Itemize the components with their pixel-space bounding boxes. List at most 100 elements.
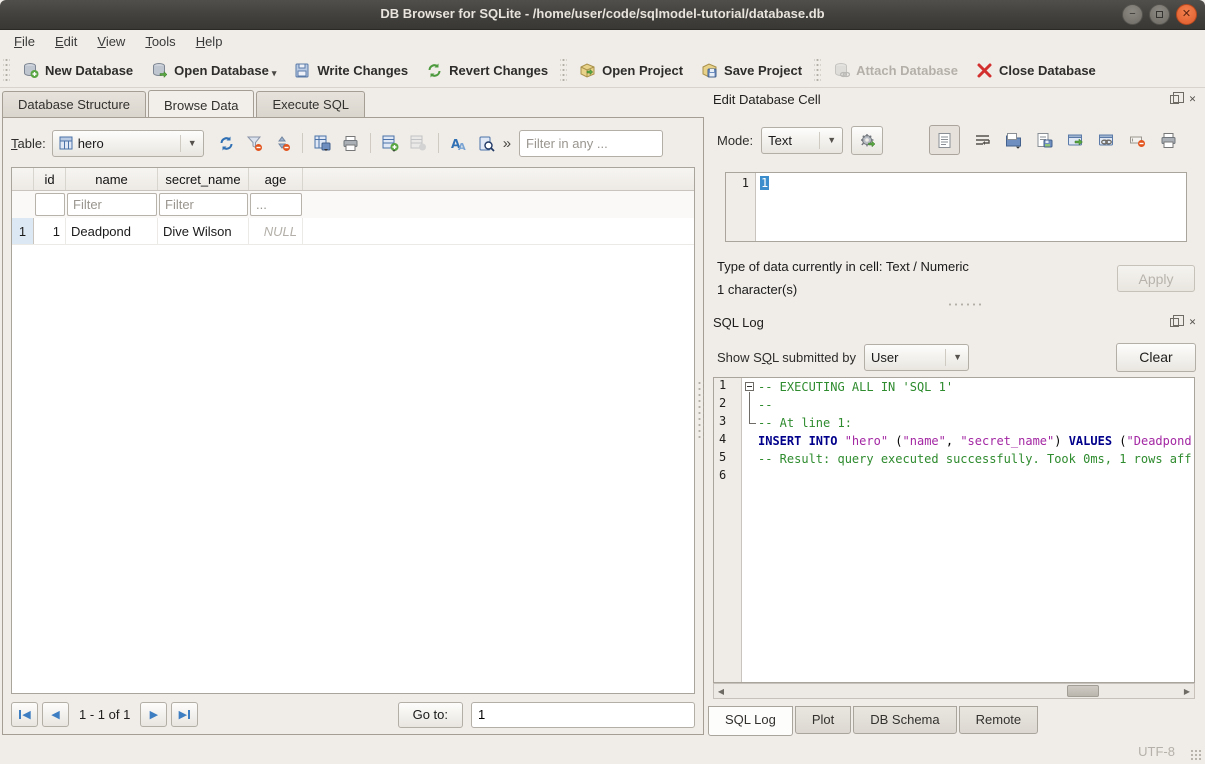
print-icon[interactable] <box>1160 132 1177 149</box>
sql-log-hscrollbar[interactable]: ◀ ▶ <box>713 683 1195 699</box>
float-dock-icon[interactable] <box>1168 93 1181 106</box>
last-record-button[interactable]: ▶ <box>171 702 198 727</box>
mode-select[interactable]: Text ▼ <box>761 127 843 154</box>
open-project-button[interactable]: Open Project <box>570 58 692 83</box>
tab-sql-log[interactable]: SQL Log <box>708 706 793 736</box>
goto-button[interactable]: Go to: <box>398 702 463 728</box>
filter-any-input[interactable] <box>519 130 663 157</box>
fold-marker-icon <box>742 414 758 432</box>
sql-log-view[interactable]: 1-- EXECUTING ALL IN 'SQL 1'2--3-- At li… <box>713 377 1195 683</box>
tab-database-structure[interactable]: Database Structure <box>2 91 146 118</box>
filter-input-name[interactable] <box>67 193 157 216</box>
open-database-dropdown-icon[interactable]: ▾ <box>272 68 277 79</box>
filter-input-secret-name[interactable] <box>159 193 248 216</box>
scroll-right-icon[interactable]: ▶ <box>1180 687 1194 696</box>
float-dock-icon[interactable] <box>1168 316 1181 329</box>
sql-log-line: 2-- <box>714 396 1194 414</box>
column-header-name[interactable]: name <box>66 168 158 190</box>
table-select[interactable]: hero ▼ <box>52 130 204 157</box>
cell-editor-content[interactable]: 1 <box>756 173 1186 241</box>
menu-tools[interactable]: Tools <box>135 32 185 51</box>
previous-record-button[interactable]: ◀ <box>42 702 69 727</box>
overflow-chevron-icon[interactable]: » <box>503 135 511 152</box>
scrollbar-thumb[interactable] <box>1067 685 1099 697</box>
tab-execute-sql[interactable]: Execute SQL <box>256 91 365 118</box>
encoding-indicator[interactable]: UTF-8 <box>1138 744 1175 759</box>
revert-changes-button[interactable]: Revert Changes <box>417 58 557 83</box>
close-icon[interactable]: ✕ <box>1176 4 1197 25</box>
set-null-icon[interactable] <box>1129 132 1146 149</box>
column-header-age[interactable]: age <box>249 168 303 190</box>
print-icon[interactable] <box>342 135 359 152</box>
resize-grip-icon[interactable] <box>1190 749 1202 761</box>
clear-log-button[interactable]: Clear <box>1116 343 1196 372</box>
log-line-code: -- At line 1: <box>758 414 1194 432</box>
open-database-button[interactable]: Open Database ▾ <box>142 58 285 83</box>
table-icon <box>59 136 73 150</box>
cell-id[interactable]: 1 <box>34 218 66 244</box>
row-header[interactable]: 1 <box>12 218 34 244</box>
apply-button[interactable]: Apply <box>1117 265 1195 292</box>
minimize-icon[interactable]: − <box>1122 4 1143 25</box>
window-title: DB Browser for SQLite - /home/user/code/… <box>0 6 1205 21</box>
menu-view[interactable]: View <box>87 32 135 51</box>
menu-edit[interactable]: Edit <box>45 32 87 51</box>
menu-file[interactable]: File <box>4 32 45 51</box>
close-dock-icon[interactable]: ✕ <box>1186 316 1199 329</box>
cell-name[interactable]: Deadpond <box>66 218 158 244</box>
toolbar-handle[interactable] <box>560 59 567 81</box>
filter-input-age[interactable] <box>250 193 302 216</box>
toolbar-handle[interactable] <box>814 59 821 81</box>
cell-editor-selection: 1 <box>760 176 769 190</box>
edit-cell-dock-buttons: ✕ <box>1168 93 1199 106</box>
clear-filters-icon[interactable] <box>246 135 263 152</box>
auto-mode-button[interactable] <box>851 126 883 155</box>
column-header-secret-name[interactable]: secret_name <box>158 168 249 190</box>
export-file-icon[interactable] <box>1036 132 1053 149</box>
save-table-icon[interactable] <box>314 135 331 152</box>
panel-splitter[interactable] <box>697 380 704 440</box>
cell-type-info: Type of data currently in cell: Text / N… <box>717 259 969 274</box>
scroll-left-icon[interactable]: ◀ <box>714 687 728 696</box>
fold-marker-icon[interactable] <box>742 378 758 396</box>
text-view-button[interactable] <box>929 125 960 155</box>
find-icon[interactable] <box>478 135 495 152</box>
next-record-button[interactable]: ▶ <box>140 702 167 727</box>
tab-db-schema[interactable]: DB Schema <box>853 706 956 734</box>
filter-input-id[interactable] <box>35 193 65 216</box>
menu-help[interactable]: Help <box>186 32 233 51</box>
tab-plot[interactable]: Plot <box>795 706 851 734</box>
tab-remote[interactable]: Remote <box>959 706 1039 734</box>
write-changes-button[interactable]: Write Changes <box>285 58 417 83</box>
cell-editor[interactable]: 1 1 <box>725 172 1187 242</box>
toolbar-handle[interactable] <box>3 59 10 81</box>
import-file-icon[interactable] <box>1005 132 1022 149</box>
copy-url-icon[interactable] <box>1098 132 1115 149</box>
column-header-id[interactable]: id <box>34 168 66 190</box>
maximize-icon[interactable] <box>1149 4 1170 25</box>
new-database-button[interactable]: New Database <box>13 58 142 83</box>
grid-corner-header[interactable] <box>12 168 34 190</box>
refresh-icon[interactable] <box>218 135 235 152</box>
word-wrap-icon[interactable] <box>974 132 991 149</box>
close-dock-icon[interactable]: ✕ <box>1186 93 1199 106</box>
close-database-button[interactable]: Close Database <box>967 58 1105 83</box>
titlebar[interactable]: DB Browser for SQLite - /home/user/code/… <box>0 0 1205 30</box>
sql-log-line: 3-- At line 1: <box>714 414 1194 432</box>
open-external-icon[interactable] <box>1067 132 1084 149</box>
edit-display-format-icon[interactable]: AA <box>450 135 467 152</box>
cell-secret-name[interactable]: Dive Wilson <box>158 218 249 244</box>
scrollbar-track[interactable] <box>728 684 1180 698</box>
first-record-button[interactable]: ◀ <box>11 702 38 727</box>
clear-sorting-icon[interactable] <box>274 135 291 152</box>
cell-age[interactable]: NULL <box>249 218 303 244</box>
dock-splitter[interactable] <box>947 302 983 308</box>
submitted-by-select[interactable]: User ▼ <box>864 344 969 371</box>
sql-log-line: 5-- Result: query executed successfully.… <box>714 450 1194 468</box>
log-line-code: INSERT INTO "hero" ("name", "secret_name… <box>758 432 1194 450</box>
delete-record-icon[interactable] <box>410 135 427 152</box>
insert-record-icon[interactable] <box>382 135 399 152</box>
tab-browse-data[interactable]: Browse Data <box>148 90 254 119</box>
goto-input[interactable] <box>471 702 695 728</box>
save-project-button[interactable]: Save Project <box>692 58 811 83</box>
